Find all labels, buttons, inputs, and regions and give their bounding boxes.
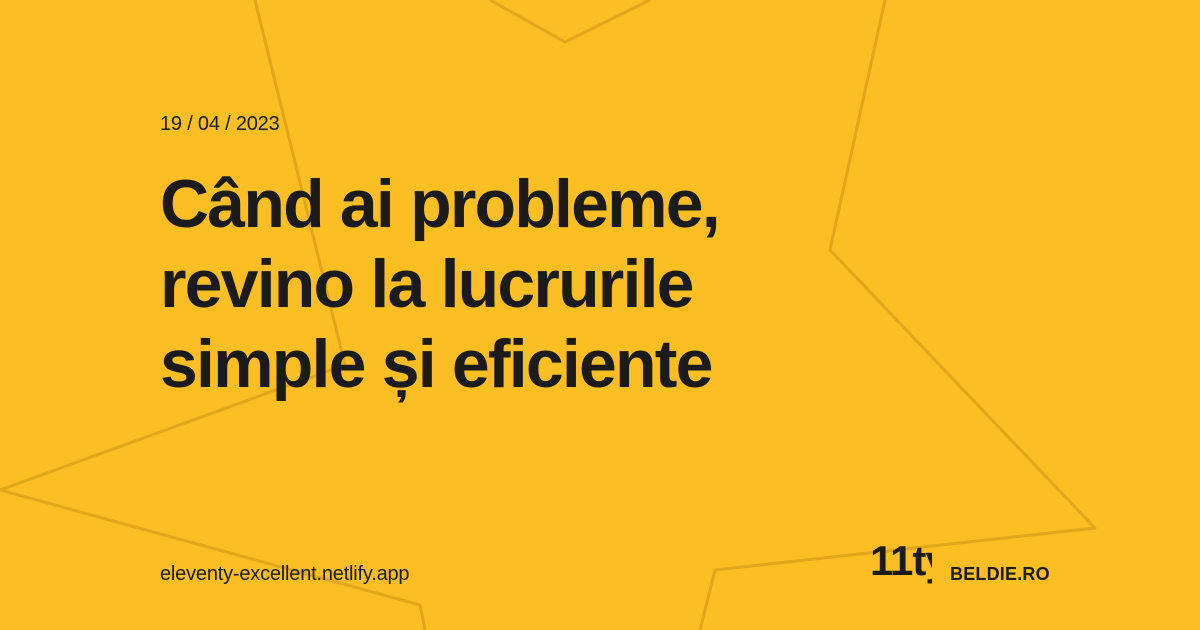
post-title-line-2: revino la lucrurile xyxy=(160,246,694,322)
brand-name: BELDIE.RO xyxy=(950,564,1050,584)
site-url: eleventy-excellent.netlify.app xyxy=(160,563,410,585)
svg-text:11ty: 11ty xyxy=(870,538,932,584)
post-date: 19 / 04 / 2023 xyxy=(160,113,280,135)
post-title-line-3: simple și eficiente xyxy=(160,326,713,402)
post-title: Când ai probleme, revino la lucrurile si… xyxy=(160,164,920,404)
eleventy-logo-icon: 11ty xyxy=(870,538,932,584)
post-title-line-1: Când ai probleme, xyxy=(160,166,721,242)
